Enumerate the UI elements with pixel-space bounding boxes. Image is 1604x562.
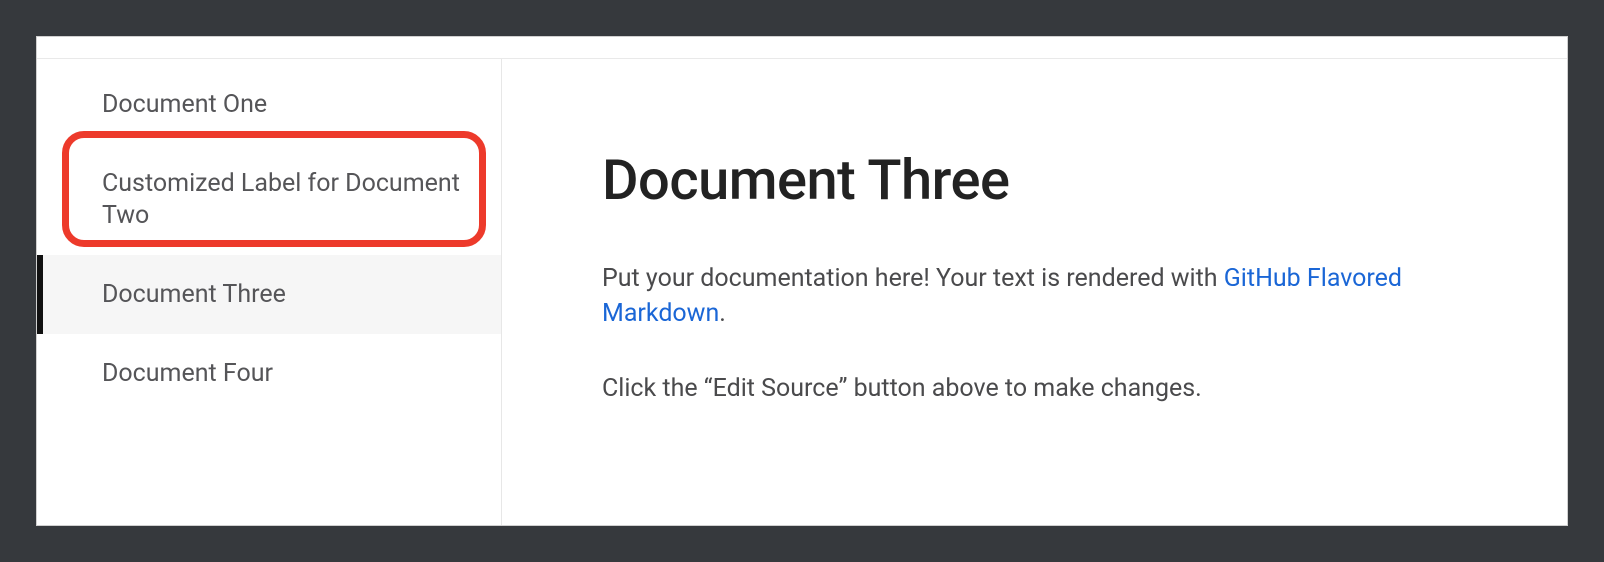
sidebar-item-document-two[interactable]: Customized Label for Document Two — [37, 144, 501, 255]
main-content: Document Three Put your documentation he… — [502, 59, 1567, 525]
intro-text-before: Put your documentation here! Your text i… — [602, 264, 1224, 293]
page-title: Document Three — [602, 147, 1497, 213]
intro-text-after: . — [719, 299, 726, 328]
sidebar: Document One Customized Label for Docume… — [37, 59, 502, 525]
sidebar-item-label: Document One — [102, 90, 267, 119]
intro-paragraph: Put your documentation here! Your text i… — [602, 261, 1497, 331]
app-window: Document One Customized Label for Docume… — [36, 36, 1568, 526]
sidebar-item-label: Customized Label for Document Two — [102, 169, 460, 229]
sidebar-item-label: Document Three — [102, 280, 286, 309]
content-row: Document One Customized Label for Docume… — [37, 59, 1567, 525]
top-strip — [37, 37, 1567, 59]
sidebar-item-document-three[interactable]: Document Three — [37, 255, 501, 334]
edit-hint-paragraph: Click the “Edit Source” button above to … — [602, 371, 1497, 406]
sidebar-item-document-four[interactable]: Document Four — [37, 334, 501, 413]
sidebar-item-label: Document Four — [102, 359, 273, 388]
sidebar-item-document-one[interactable]: Document One — [37, 65, 501, 144]
